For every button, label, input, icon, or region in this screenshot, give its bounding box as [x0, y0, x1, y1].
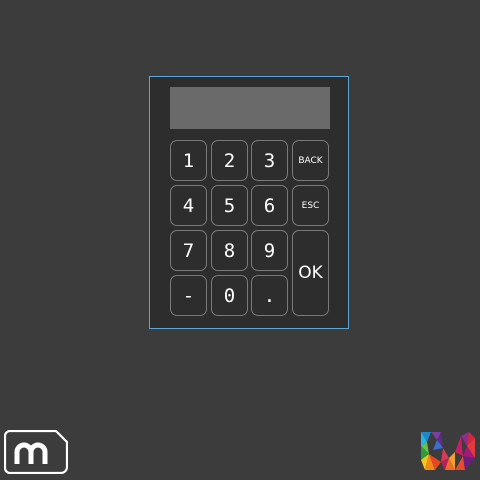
key-minus[interactable]: -: [170, 275, 207, 316]
keypad-display: [170, 87, 330, 129]
key-4[interactable]: 4: [170, 185, 207, 226]
key-8[interactable]: 8: [211, 230, 248, 271]
esc-button[interactable]: ESC: [292, 185, 329, 226]
key-3[interactable]: 3: [251, 140, 288, 181]
ok-button[interactable]: OK: [292, 230, 329, 316]
numeric-keypad: 1 2 3 BACK 4 5 6 ESC 7 8 9 OK - 0 .: [149, 76, 349, 329]
colorful-w-logo-icon: [419, 428, 477, 474]
key-0[interactable]: 0: [211, 275, 248, 316]
m-logo-icon: [3, 429, 69, 475]
key-dot[interactable]: .: [251, 275, 288, 316]
key-7[interactable]: 7: [170, 230, 207, 271]
back-button[interactable]: BACK: [292, 140, 329, 181]
key-5[interactable]: 5: [211, 185, 248, 226]
screen: 1 2 3 BACK 4 5 6 ESC 7 8 9 OK - 0 .: [0, 0, 480, 480]
key-9[interactable]: 9: [251, 230, 288, 271]
key-2[interactable]: 2: [211, 140, 248, 181]
key-1[interactable]: 1: [170, 140, 207, 181]
key-6[interactable]: 6: [251, 185, 288, 226]
